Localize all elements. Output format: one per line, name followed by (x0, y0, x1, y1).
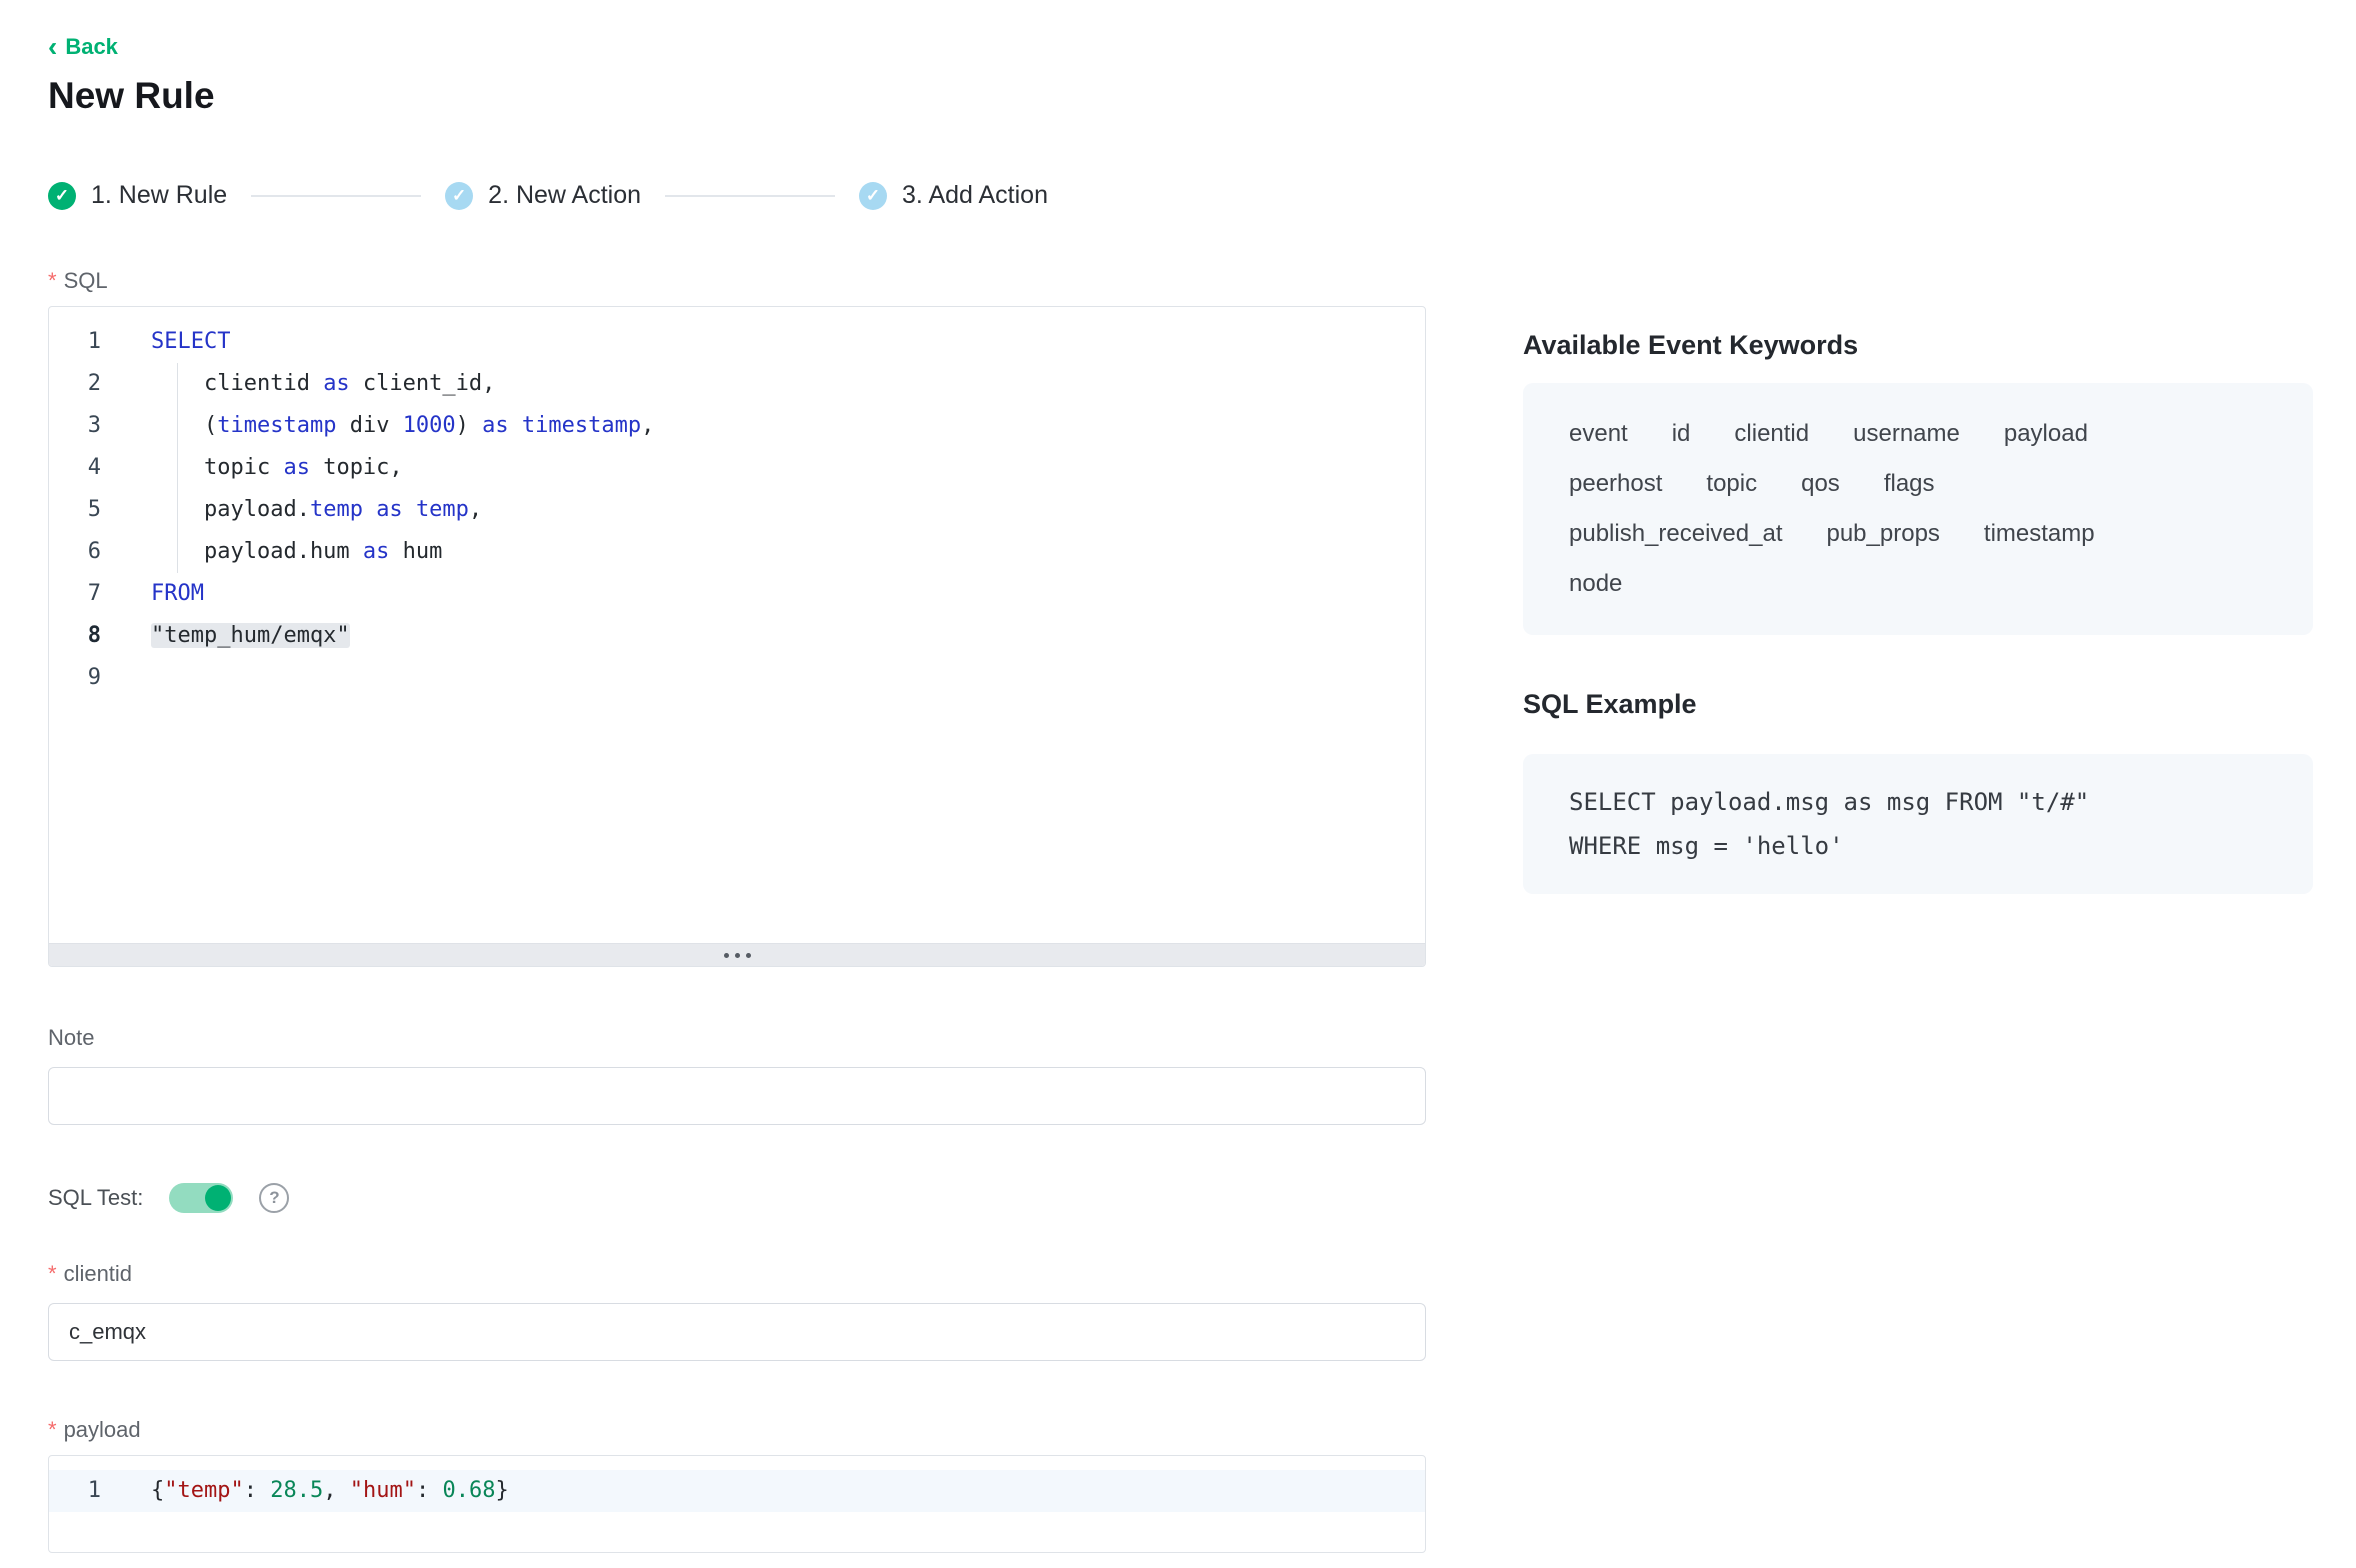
line-number: 8 (49, 615, 125, 657)
required-marker: * (48, 268, 57, 294)
line-number: 7 (49, 573, 125, 615)
sql-test-toggle[interactable] (169, 1183, 233, 1213)
sql-example-line: WHERE msg = 'hello' (1569, 824, 2267, 868)
sql-example-title: SQL Example (1523, 689, 2313, 720)
main-column: ‹ Back New Rule ✓ 1. New Rule ✓ 2. New Acti… (48, 0, 1426, 1553)
sql-example-line: SELECT payload.msg as msg FROM "t/#" (1569, 780, 2267, 824)
event-keyword: event (1569, 409, 1628, 459)
note-label-text: Note (48, 1025, 94, 1051)
event-keyword: username (1853, 409, 1960, 459)
event-keyword: payload (2004, 409, 2088, 459)
sql-label: * SQL (48, 268, 1426, 294)
code-line: 6 payload.hum as hum (49, 531, 1425, 573)
line-number: 1 (49, 321, 125, 363)
code-line: 1{"temp": 28.5, "hum": 0.68} (49, 1470, 1425, 1512)
step-label: 1. New Rule (91, 181, 227, 210)
event-keyword: clientid (1734, 409, 1809, 459)
step-check-icon: ✓ (859, 182, 887, 210)
clientid-label: * clientid (48, 1261, 1426, 1287)
back-label: Back (65, 34, 118, 60)
step-label: 3. Add Action (902, 181, 1048, 210)
keywords-row: node (1569, 559, 2267, 609)
clientid-input[interactable] (48, 1303, 1426, 1361)
payload-editor: 1{"temp": 28.5, "hum": 0.68} (48, 1455, 1426, 1553)
line-number: 5 (49, 489, 125, 531)
event-keyword: timestamp (1984, 509, 2095, 559)
payload-label: * payload (48, 1417, 1426, 1443)
code-line: 8"temp_hum/emqx" (49, 615, 1425, 657)
step-1: ✓ 1. New Rule (48, 181, 227, 210)
keywords-row: publish_received_at pub_props timestamp (1569, 509, 2267, 559)
clientid-label-text: clientid (64, 1261, 132, 1287)
keywords-box: eventid clientid username payload peerhost to… (1523, 383, 2313, 635)
event-keyword: qos (1801, 459, 1840, 509)
chevron-left-icon: ‹ (48, 36, 57, 58)
step-connector (251, 195, 421, 197)
sql-test-label: SQL Test: (48, 1185, 143, 1211)
back-link[interactable]: ‹ Back (48, 34, 118, 60)
drag-dots-icon (735, 953, 740, 958)
sql-label-text: SQL (64, 268, 108, 294)
payload-code-editor[interactable]: 1{"temp": 28.5, "hum": 0.68} (49, 1456, 1425, 1552)
code-line: 5 payload.temp as temp, (49, 489, 1425, 531)
code-line: 9 (49, 657, 1425, 699)
code-line: 4 topic as topic, (49, 447, 1425, 489)
keywords-row: eventid clientid username payload (1569, 409, 2267, 459)
line-number: 9 (49, 657, 125, 699)
line-number: 2 (49, 363, 125, 405)
sql-code-editor[interactable]: 1SELECT2 clientid as client_id,3 (timest… (49, 307, 1425, 943)
note-label: Note (48, 1025, 1426, 1051)
required-marker: * (48, 1417, 57, 1443)
event-keyword: peerhost (1569, 459, 1662, 509)
keywords-panel-title: Available Event Keywords (1523, 330, 2313, 361)
note-input[interactable] (48, 1067, 1426, 1125)
step-2: ✓ 2. New Action (445, 181, 641, 210)
event-keyword: id (1672, 409, 1691, 459)
step-check-icon: ✓ (445, 182, 473, 210)
step-3: ✓ 3. Add Action (859, 181, 1048, 210)
required-marker: * (48, 1261, 57, 1287)
page-title: New Rule (48, 75, 1426, 117)
code-line: 1SELECT (49, 321, 1425, 363)
sql-editor: 1SELECT2 clientid as client_id,3 (timest… (48, 306, 1426, 967)
side-panel: Available Event Keywords eventid clientid… (1523, 0, 2313, 894)
line-number: 6 (49, 531, 125, 573)
payload-label-text: payload (64, 1417, 141, 1443)
event-keyword: pub_props (1826, 509, 1939, 559)
step-connector (665, 195, 835, 197)
event-keyword: topic (1706, 459, 1757, 509)
line-number: 3 (49, 405, 125, 447)
steps-indicator: ✓ 1. New Rule ✓ 2. New Action ✓ 3. Add Action (48, 181, 1426, 210)
event-keyword: flags (1884, 459, 1935, 509)
line-number: 4 (49, 447, 125, 489)
toggle-knob (205, 1185, 231, 1211)
event-keyword: publish_received_at (1569, 509, 1782, 559)
help-icon[interactable]: ? (259, 1183, 289, 1213)
code-line: 2 clientid as client_id, (49, 363, 1425, 405)
sql-test-row: SQL Test: ? (48, 1183, 1426, 1213)
code-line: 3 (timestamp div 1000) as timestamp, (49, 405, 1425, 447)
step-label: 2. New Action (488, 181, 641, 210)
sql-example-box: SELECT payload.msg as msg FROM "t/#"WHER… (1523, 754, 2313, 894)
code-line: 7FROM (49, 573, 1425, 615)
editor-resize-handle[interactable] (49, 943, 1425, 966)
indent-guide (177, 363, 178, 573)
keywords-row: peerhost topic qos flags (1569, 459, 2267, 509)
event-keyword: node (1569, 559, 1622, 609)
step-check-icon: ✓ (48, 182, 76, 210)
line-number: 1 (49, 1470, 125, 1512)
